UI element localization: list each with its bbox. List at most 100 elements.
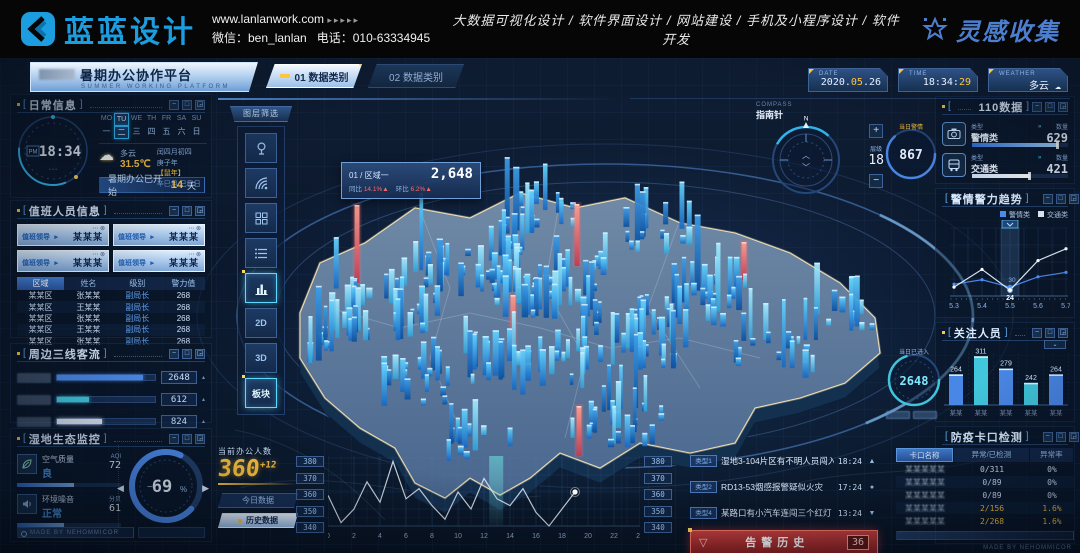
- table-row[interactable]: 某某某某某0/3110%: [896, 463, 1074, 475]
- grid-icon[interactable]: [245, 203, 277, 233]
- weekday-en[interactable]: TU: [114, 113, 129, 126]
- table-row[interactable]: 某某某某某2/1561.6%: [896, 502, 1074, 514]
- alert-marker-icon[interactable]: ▲: [866, 458, 878, 465]
- window-icon[interactable]: □: [182, 349, 192, 359]
- table-row[interactable]: 某某某某某2/2681.6%: [896, 515, 1074, 527]
- weekday-cn[interactable]: 四: [144, 126, 159, 139]
- expand-icon[interactable]: ◲: [195, 206, 205, 216]
- eco-percent-gauge: 69 % −: [125, 445, 207, 527]
- weekday-cn[interactable]: 五: [159, 126, 174, 139]
- svg-text:69: 69: [152, 477, 172, 497]
- table-row[interactable]: 某某区王某某副局长268: [17, 324, 205, 335]
- data-bar-3d: [677, 286, 682, 324]
- expand-icon[interactable]: ◲: [1058, 102, 1068, 112]
- weekday-cn[interactable]: 六: [174, 126, 189, 139]
- window-icon[interactable]: □: [1056, 194, 1066, 204]
- window-icon[interactable]: □: [1045, 102, 1055, 112]
- minimize-icon[interactable]: −: [169, 100, 179, 110]
- focus-filter-dropdown[interactable]: ⌄: [1044, 340, 1066, 349]
- table-row[interactable]: 某某某某某0/890%: [896, 489, 1074, 501]
- window-icon[interactable]: □: [1045, 328, 1055, 338]
- duty-col-header[interactable]: 警力值: [162, 278, 205, 289]
- weekday-en[interactable]: MO: [99, 113, 114, 126]
- alert-marker-icon[interactable]: ●: [866, 484, 878, 491]
- minimize-icon[interactable]: −: [169, 206, 179, 216]
- layer-button-3D[interactable]: 3D: [245, 343, 277, 373]
- focus-bar[interactable]: [949, 374, 963, 405]
- duty-card[interactable]: 值班领导 ▸⋯ ⊗某某某: [113, 250, 205, 272]
- trend-line-chart[interactable]: 24305.35.45.55.65.7: [942, 220, 1070, 312]
- history-data-button[interactable]: 历史数据: [218, 513, 298, 528]
- duty-card[interactable]: 值班领导 ▸⋯ ⊗某某某: [17, 224, 109, 246]
- arrow-right-icon[interactable]: ▶: [202, 483, 209, 494]
- expand-icon[interactable]: ◲: [195, 100, 205, 110]
- duty-col-header[interactable]: 级别: [113, 278, 162, 289]
- weekday-en[interactable]: WE: [129, 113, 144, 126]
- minimize-icon[interactable]: −: [1032, 328, 1042, 338]
- focus-bar[interactable]: [1024, 383, 1038, 405]
- duty-card[interactable]: 值班领导 ▸⋯ ⊗某某某: [113, 224, 205, 246]
- minimize-icon[interactable]: −: [169, 434, 179, 444]
- y-tick: 340: [296, 522, 324, 533]
- tab-data-category-2[interactable]: 02 数据类别: [368, 64, 464, 88]
- website-link[interactable]: www.lanlanwork.com: [212, 12, 324, 26]
- alert-row[interactable]: 类型4某路口有小汽车连闯三个红灯13:24▼: [690, 502, 878, 524]
- alert-history-button[interactable]: ▽ 告警历史 36: [690, 530, 878, 553]
- window-icon[interactable]: □: [182, 206, 192, 216]
- tab-data-category-1[interactable]: 01 数据类别: [266, 64, 362, 88]
- weekday-en[interactable]: FR: [159, 113, 174, 126]
- alert-row[interactable]: 类型2RD13-53烟感报警疑似火灾17:24●: [690, 476, 878, 498]
- alert-marker-icon[interactable]: ▼: [866, 510, 878, 517]
- duty-card[interactable]: 值班领导 ▸⋯ ⊗某某某: [17, 250, 109, 272]
- expand-icon[interactable]: ◲: [1058, 328, 1068, 338]
- expand-icon[interactable]: ◲: [195, 349, 205, 359]
- window-icon[interactable]: □: [1056, 432, 1066, 442]
- compass-dial[interactable]: N ︿ ﹀: [764, 116, 848, 200]
- table-row[interactable]: 某某区王某某副局长268: [17, 301, 205, 312]
- window-icon[interactable]: □: [182, 100, 192, 110]
- weekday-cn[interactable]: 二: [114, 126, 129, 139]
- pin-icon[interactable]: [245, 133, 277, 163]
- duty-col-header[interactable]: 区域: [17, 277, 64, 290]
- table-row[interactable]: 某某区张某某副局长268: [17, 313, 205, 324]
- minimize-icon[interactable]: −: [169, 349, 179, 359]
- minimize-icon[interactable]: −: [1043, 432, 1053, 442]
- list-icon[interactable]: [245, 238, 277, 268]
- weekday-en[interactable]: SU: [189, 113, 204, 126]
- checkpoint-rate: 0%: [1030, 465, 1074, 474]
- data-bar-3d: [556, 192, 560, 213]
- focus-bar[interactable]: [999, 369, 1013, 405]
- focus-chip-redacted[interactable]: [886, 411, 910, 419]
- weekday-en[interactable]: SA: [174, 113, 189, 126]
- minimize-icon[interactable]: −: [1032, 102, 1042, 112]
- office-line-chart[interactable]: 024681012141618202224: [328, 454, 640, 544]
- weekday-en[interactable]: TH: [144, 113, 159, 126]
- checkpoint-col-header[interactable]: 卡口名称: [896, 448, 953, 462]
- alert-row[interactable]: 类型1湿地3-104片区有不明人员闯入18:24▲: [690, 450, 878, 472]
- focus-bar-chart[interactable]: 264某某311某某279某某242某某264某某: [942, 343, 1070, 419]
- today-data-button[interactable]: 今日数据: [218, 493, 298, 508]
- signal-icon[interactable]: [245, 168, 277, 198]
- expand-icon[interactable]: ◲: [195, 434, 205, 444]
- band-dropdown[interactable]: [1002, 220, 1018, 228]
- bar-value-label: 279: [1000, 361, 1012, 368]
- expand-icon[interactable]: ◲: [1069, 432, 1079, 442]
- weekday-cn[interactable]: 三: [129, 126, 144, 139]
- layer-button-2D[interactable]: 2D: [245, 308, 277, 338]
- layer-button-板块[interactable]: 板块: [245, 378, 277, 408]
- window-icon[interactable]: □: [182, 434, 192, 444]
- focus-chip-redacted[interactable]: [913, 411, 937, 419]
- data-bar-3d: [720, 313, 726, 327]
- focus-bar[interactable]: [974, 356, 988, 405]
- duty-col-header[interactable]: 姓名: [64, 278, 113, 289]
- arrow-left-icon[interactable]: ◀: [117, 483, 124, 494]
- minimize-icon[interactable]: −: [1043, 194, 1053, 204]
- focus-bar[interactable]: [1049, 374, 1063, 405]
- weekday-cn[interactable]: 日: [189, 126, 204, 139]
- table-row[interactable]: 某某区张某某副局长268: [17, 290, 205, 301]
- inspiration-collect[interactable]: 灵感收集: [922, 12, 1060, 47]
- chart-icon[interactable]: [245, 273, 277, 303]
- expand-icon[interactable]: ◲: [1069, 194, 1079, 204]
- table-row[interactable]: 某某某某某0/890%: [896, 476, 1074, 488]
- weekday-cn[interactable]: 一: [99, 126, 114, 139]
